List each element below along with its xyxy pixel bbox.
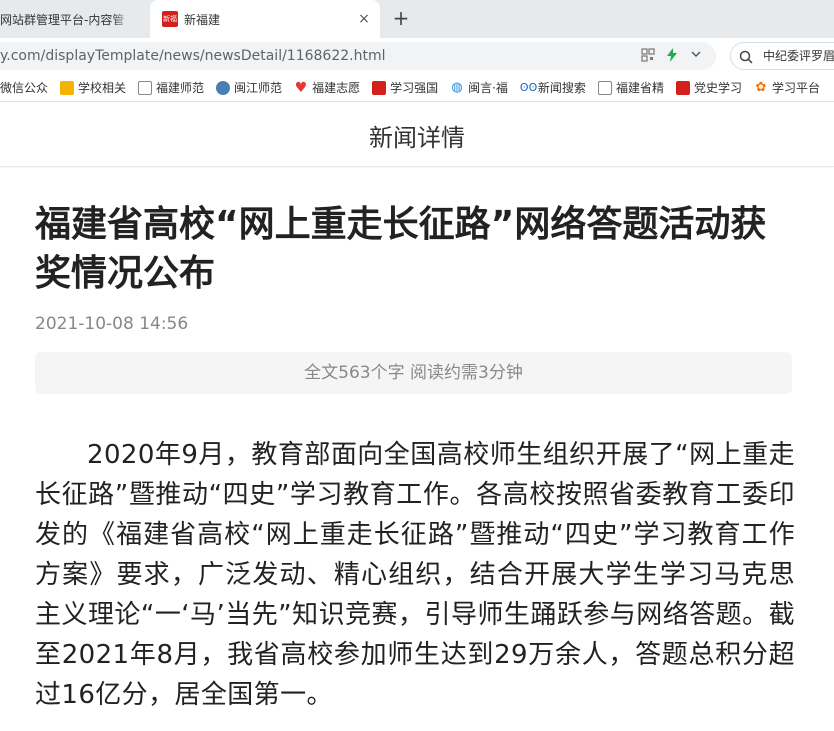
bookmark-label: 微信公众 — [0, 81, 49, 95]
bookmark-label: 闽江师范 — [234, 81, 283, 95]
bookmark-school[interactable]: 学校相关 — [60, 77, 126, 99]
page-header: 新闻详情 — [0, 103, 834, 167]
heart-icon: ♥ — [294, 79, 308, 96]
tab-xinfujian[interactable]: 新福建 新福建 × — [150, 0, 380, 39]
page-title: 新闻详情 — [369, 124, 465, 152]
folder-icon — [60, 80, 75, 95]
tab-label: 新福建 — [184, 12, 221, 27]
url-text[interactable]: y.com/displayTemplate/news/newsDetail/11… — [0, 42, 386, 70]
new-tab-button[interactable]: + — [390, 7, 412, 29]
owl-icon: ʘʘ — [519, 80, 538, 94]
bookmark-label: 新闻搜索 — [537, 81, 586, 95]
globe-icon — [216, 80, 231, 95]
star-icon: ✿ — [755, 79, 767, 95]
bookmark-news-search[interactable]: ʘʘ 新闻搜索 — [520, 77, 586, 99]
address-bar[interactable]: y.com/displayTemplate/news/newsDetail/11… — [0, 42, 716, 70]
document-icon — [138, 80, 153, 95]
bookmark-xuexi[interactable]: 学习强国 — [372, 77, 438, 99]
word-count-banner: 全文563个字 阅读约需3分钟 — [35, 352, 792, 394]
qr-code-icon[interactable] — [640, 48, 656, 64]
article-body: 2020年9月，教育部面向全国高校师生组织开展了“网上重走长征路”暨推动“四史”… — [35, 440, 795, 710]
bookmark-fjnu[interactable]: 福建师范 — [138, 77, 204, 99]
bookmarks-bar: 微信公众 学校相关 福建师范 闽江师范 ♥ 福建志愿 学习强国 ◍ 闽言·福 ʘ… — [0, 74, 834, 102]
bookmark-label: 学校相关 — [78, 81, 127, 95]
bookmark-label: 福建省精 — [615, 81, 664, 95]
document-icon — [597, 80, 612, 95]
bookmark-volunteer[interactable]: ♥ 福建志愿 — [294, 77, 360, 99]
bookmark-label: 福建师范 — [156, 81, 205, 95]
article-title: 福建省高校“网上重走长征路”网络答题活动获奖情况公布 — [35, 204, 767, 294]
close-tab-icon[interactable]: × — [356, 11, 372, 27]
browser-tabstrip: 网站群管理平台-内容管 新福建 新福建 × + — [0, 0, 834, 39]
chevron-down-icon[interactable] — [688, 48, 704, 64]
bookmark-label: 学习平台 — [771, 81, 820, 95]
search-box[interactable]: 中纪委评罗眉 — [730, 42, 834, 70]
bookmark-mjnu[interactable]: 闽江师范 — [216, 77, 282, 99]
article-container: 福建省高校“网上重走长征路”网络答题活动获奖情况公布 2021-10-08 14… — [0, 168, 834, 731]
xuexi-icon — [675, 80, 690, 95]
xuexi-icon — [372, 80, 387, 95]
drop-icon: ◍ — [451, 79, 463, 95]
bookmark-wechat[interactable]: 微信公众 — [0, 77, 48, 99]
bookmark-label: 闽言·福 — [468, 81, 508, 95]
search-query[interactable]: 中纪委评罗眉 — [763, 43, 834, 69]
browser-toolbar: y.com/displayTemplate/news/newsDetail/11… — [0, 38, 834, 74]
bookmark-label: 学习强国 — [390, 81, 439, 95]
bookmark-fujian-province[interactable]: 福建省精 — [597, 77, 664, 99]
article-date: 2021-10-08 14:56 — [35, 314, 189, 334]
bookmark-label: 党史学习 — [693, 81, 742, 95]
bookmark-party-history[interactable]: 党史学习 — [675, 77, 742, 99]
lightning-icon[interactable] — [664, 48, 680, 64]
bookmark-label: 福建志愿 — [312, 81, 361, 95]
xinfujian-favicon-icon: 新福建 — [162, 11, 178, 39]
bookmark-study-platform[interactable]: ✿ 学习平台 — [754, 77, 820, 99]
tab-label: 网站群管理平台-内容管 — [0, 12, 125, 27]
search-icon — [739, 49, 753, 64]
bookmark-minyan[interactable]: ◍ 闽言·福 — [450, 77, 508, 99]
tab-cms-platform[interactable]: 网站群管理平台-内容管 — [0, 0, 150, 38]
